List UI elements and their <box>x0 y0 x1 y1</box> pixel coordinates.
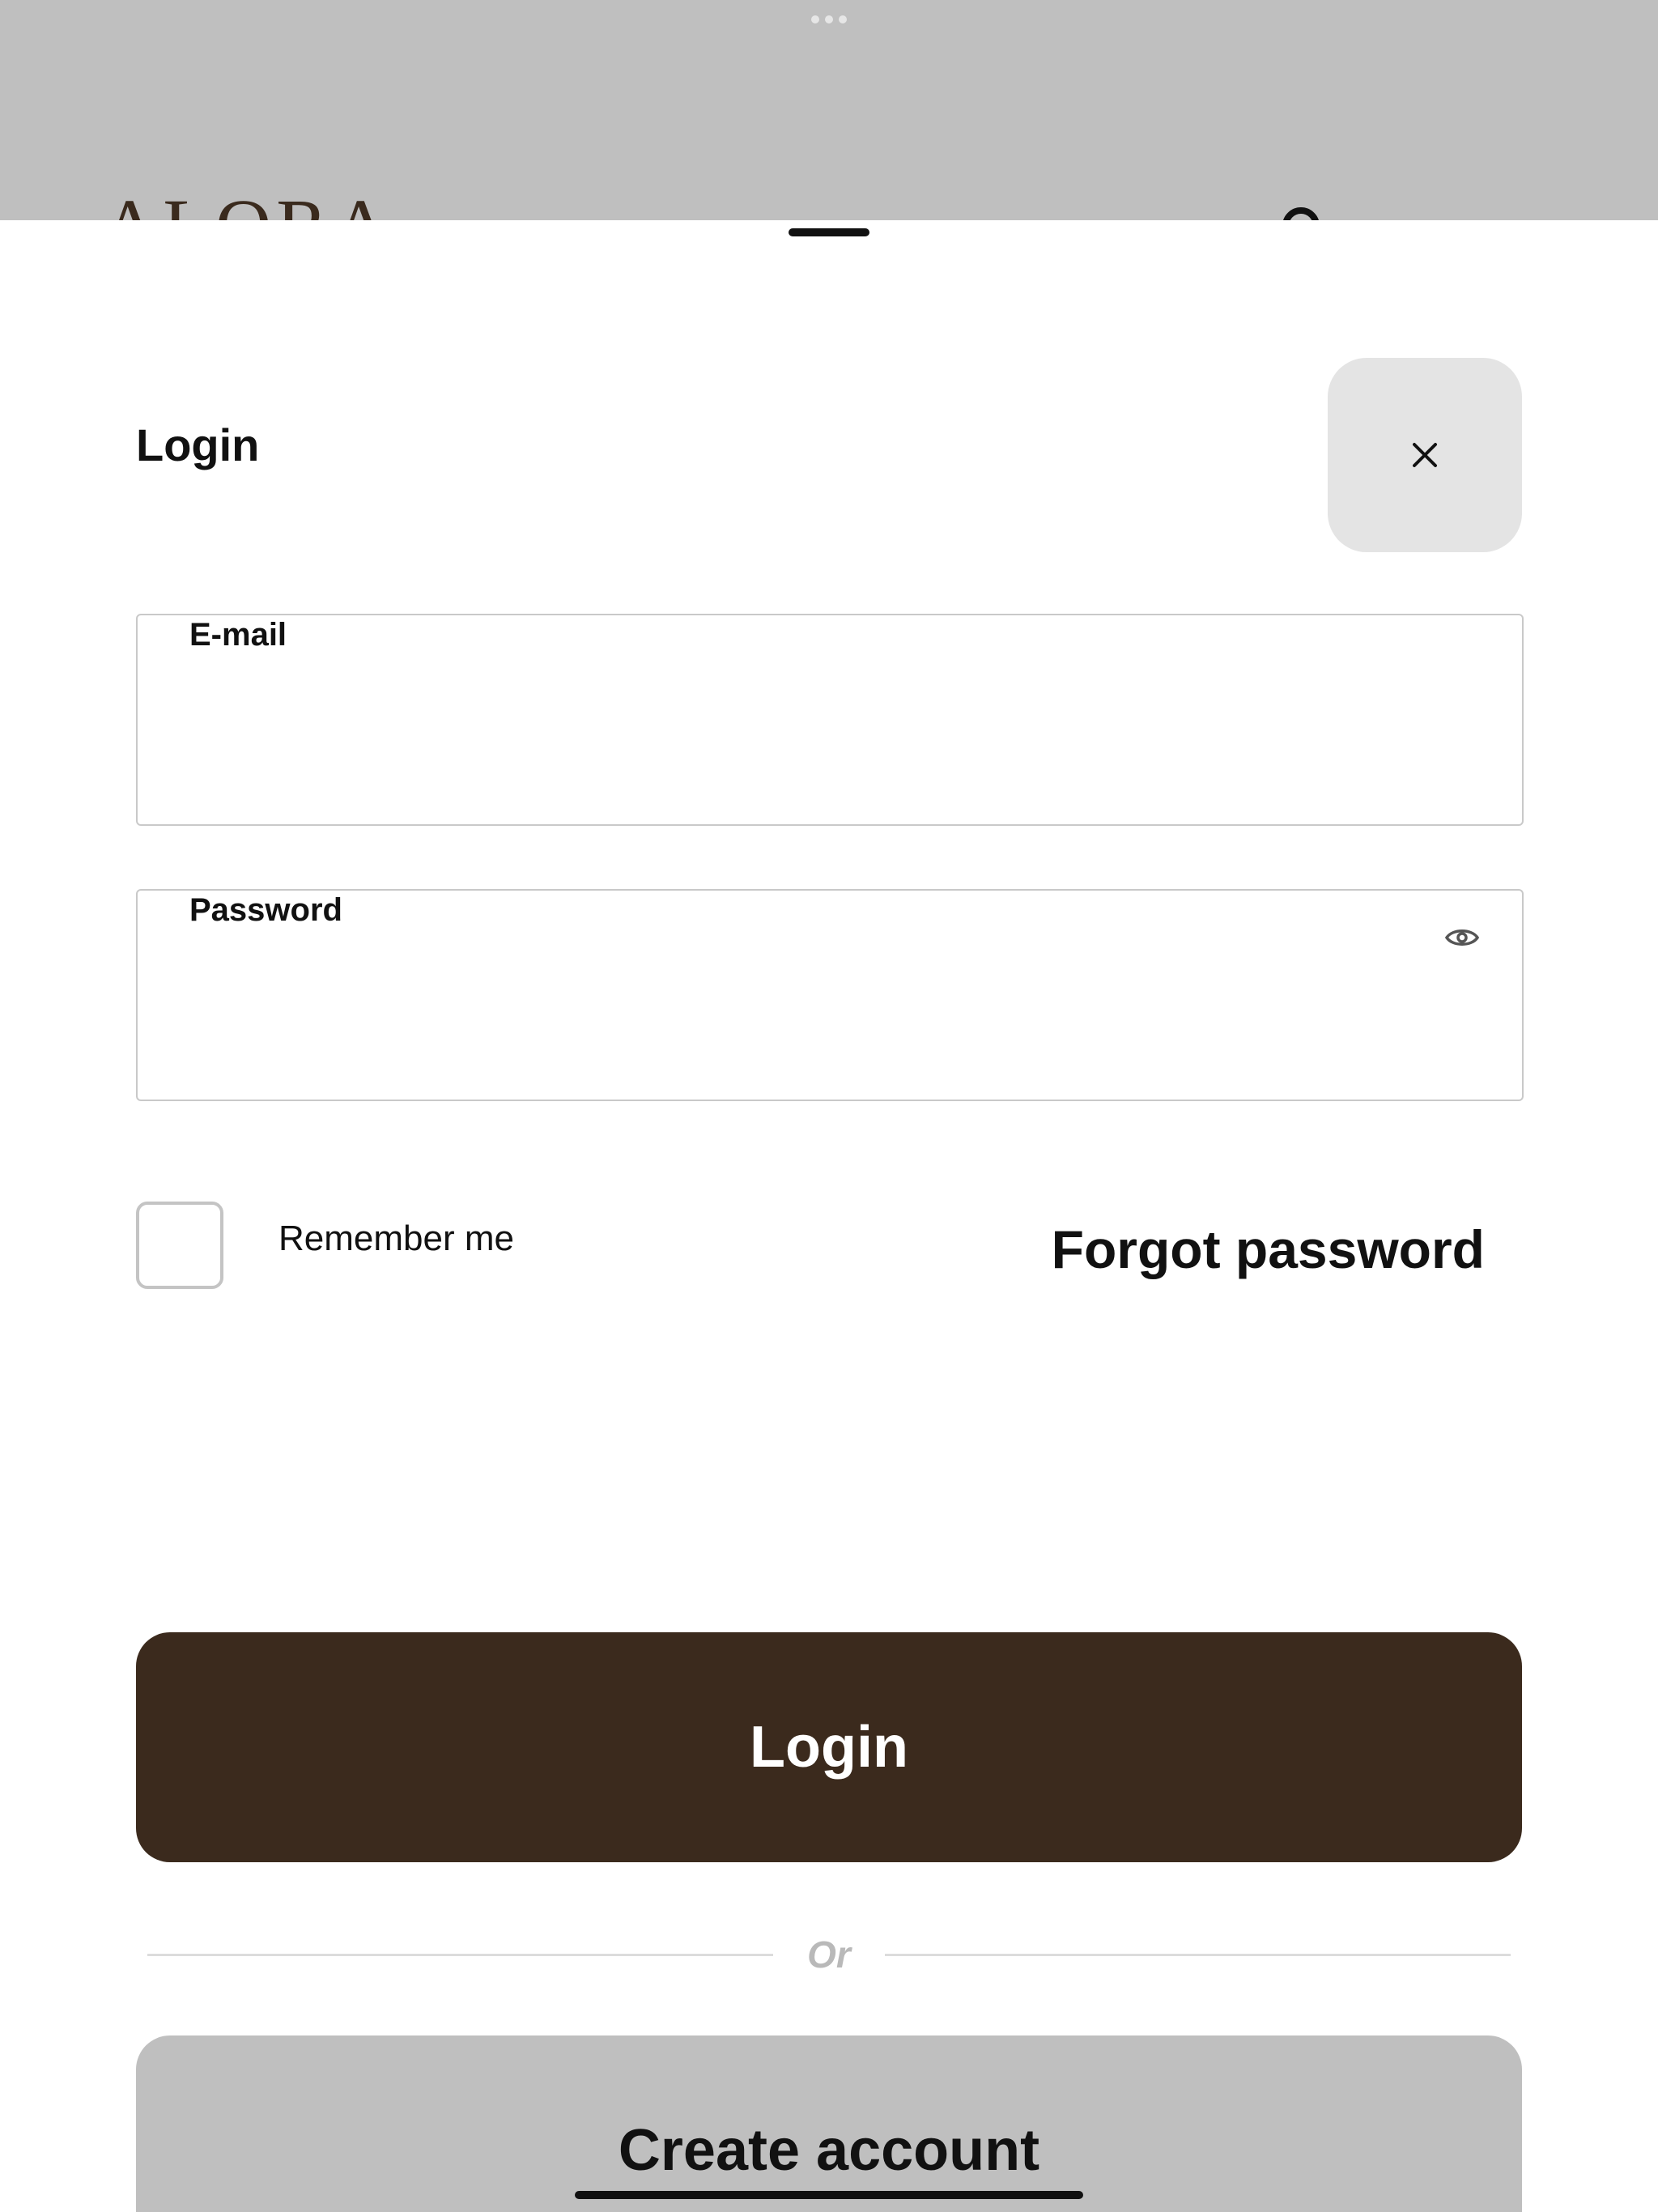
password-label: Password <box>175 894 357 926</box>
email-input[interactable] <box>186 688 1425 787</box>
home-indicator[interactable] <box>575 2191 1083 2199</box>
sheet-grabber[interactable] <box>789 228 869 236</box>
dot <box>811 15 819 23</box>
remember-me-checkbox[interactable] <box>136 1202 223 1289</box>
show-password-button[interactable] <box>1438 913 1486 962</box>
login-button[interactable]: Login <box>136 1632 1522 1862</box>
divider-text: Or <box>807 1933 851 1976</box>
password-input[interactable] <box>186 963 1425 1062</box>
dot <box>839 15 847 23</box>
sheet-title: Login <box>136 419 260 470</box>
divider-line-left <box>147 1953 774 1956</box>
eye-icon <box>1444 929 1480 946</box>
app-screen: ALORA Login E-mail Password <box>0 0 1658 2212</box>
close-button[interactable] <box>1328 358 1522 552</box>
remember-me-label: Remember me <box>278 1219 514 1258</box>
multitasking-dots[interactable] <box>811 15 847 24</box>
email-label: E-mail <box>175 619 302 651</box>
password-field[interactable]: Password <box>136 889 1524 1101</box>
divider-line-right <box>884 1953 1511 1956</box>
forgot-password-link[interactable]: Forgot password <box>1052 1218 1485 1282</box>
close-icon <box>1413 443 1437 467</box>
dot <box>825 15 833 23</box>
email-field[interactable]: E-mail <box>136 614 1524 826</box>
or-divider: Or <box>147 1933 1511 1976</box>
login-sheet: Login E-mail Password Remember me Forgot <box>0 220 1658 2212</box>
create-account-button[interactable]: Create account <box>136 2035 1522 2212</box>
